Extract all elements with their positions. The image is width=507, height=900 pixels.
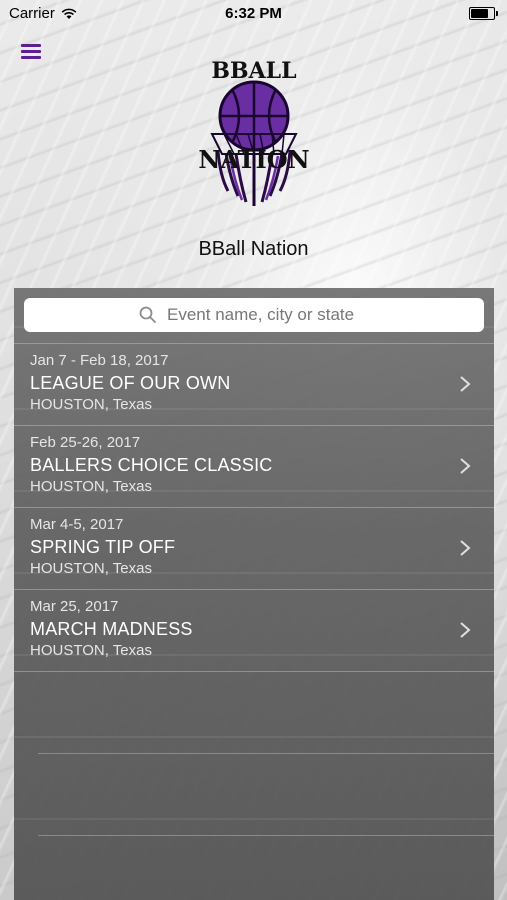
chevron-right-icon <box>460 540 471 556</box>
event-date: Mar 25, 2017 <box>30 598 119 615</box>
event-row[interactable]: Jan 7 - Feb 18, 2017 LEAGUE OF OUR OWN H… <box>14 343 494 426</box>
search-icon <box>139 306 157 324</box>
status-time: 6:32 PM <box>225 5 282 22</box>
logo-text-top: BBALL <box>211 58 296 84</box>
app-title: BBall Nation <box>198 238 309 260</box>
event-name: SPRING TIP OFF <box>30 537 176 557</box>
battery-level <box>471 9 488 18</box>
bball-nation-logo: BBALL NATION <box>198 58 310 206</box>
event-row[interactable]: Mar 4-5, 2017 SPRING TIP OFF HOUSTON, Te… <box>14 508 494 590</box>
event-date: Feb 25-26, 2017 <box>30 434 141 451</box>
status-bar: Carrier 6:32 PM <box>0 0 507 28</box>
chevron-right-icon <box>460 458 471 474</box>
chevron-right-icon <box>460 376 471 392</box>
hamburger-menu-icon[interactable] <box>21 42 43 60</box>
event-name: MARCH MADNESS <box>30 619 193 639</box>
search-bar[interactable] <box>24 298 484 332</box>
event-list: Jan 7 - Feb 18, 2017 LEAGUE OF OUR OWN H… <box>14 343 494 836</box>
logo-text-bottom: NATION <box>198 145 309 174</box>
events-panel: Jan 7 - Feb 18, 2017 LEAGUE OF OUR OWN H… <box>14 288 494 900</box>
event-location: HOUSTON, Texas <box>30 396 152 413</box>
empty-row <box>38 754 494 836</box>
event-name: BALLERS CHOICE CLASSIC <box>30 455 273 475</box>
search-input[interactable] <box>165 304 369 326</box>
event-date: Jan 7 - Feb 18, 2017 <box>30 352 169 369</box>
chevron-right-icon <box>460 622 471 638</box>
event-location: HOUSTON, Texas <box>30 478 152 495</box>
event-date: Mar 4-5, 2017 <box>30 516 124 533</box>
battery-icon <box>469 7 498 20</box>
event-location: HOUSTON, Texas <box>30 560 152 577</box>
event-row[interactable]: Feb 25-26, 2017 BALLERS CHOICE CLASSIC H… <box>14 426 494 508</box>
event-location: HOUSTON, Texas <box>30 642 152 659</box>
event-name: LEAGUE OF OUR OWN <box>30 373 231 393</box>
empty-row <box>38 672 494 754</box>
event-row[interactable]: Mar 25, 2017 MARCH MADNESS HOUSTON, Texa… <box>14 590 494 672</box>
